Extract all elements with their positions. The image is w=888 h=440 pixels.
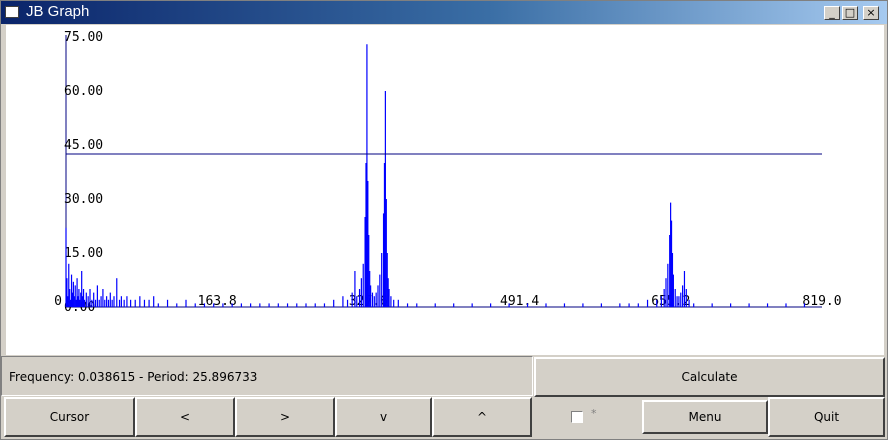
x-tick-label: 163.8 [198, 294, 237, 309]
x-tick-label: 819.0 [802, 294, 841, 309]
down-button-label: v [379, 410, 388, 424]
options-checkbox[interactable] [571, 411, 583, 423]
menu-button[interactable]: Menu [642, 400, 768, 434]
x-tick-label: 491.4 [500, 294, 539, 309]
menu-button-label: Menu [688, 410, 722, 424]
app-icon [5, 6, 19, 18]
calculate-button-label: Calculate [681, 370, 738, 384]
status-text: Frequency: 0.038615 - Period: 25.896733 [9, 370, 258, 384]
options-checkbox-label: * [591, 407, 597, 420]
title-bar[interactable]: JB Graph _ □ × [1, 1, 887, 24]
y-tick-label: 45.00 [64, 138, 103, 153]
up-button-label: ^ [476, 410, 488, 424]
minimize-button[interactable]: _ [824, 6, 840, 20]
frequency-chart[interactable]: 0.0015.0030.0045.0060.0075.000163.8327.6… [6, 25, 884, 355]
y-tick-label: 75.00 [64, 30, 103, 45]
x-tick-label: 0 [54, 294, 62, 309]
y-tick-label: 30.00 [64, 192, 103, 207]
y-tick-label: 15.00 [64, 246, 103, 261]
graph-area[interactable]: 0.0015.0030.0045.0060.0075.000163.8327.6… [6, 25, 884, 355]
graph-window: JB Graph _ □ × 0.00 15.00 30.00 45.00 60.00 7… [0, 0, 888, 440]
up-button[interactable]: ^ [432, 397, 532, 437]
window-title: JB Graph [26, 3, 90, 20]
close-button[interactable]: × [863, 6, 879, 20]
y-tick-label: 60.00 [64, 84, 103, 99]
calculate-button[interactable]: Calculate [534, 357, 885, 397]
cursor-button[interactable]: Cursor [4, 397, 135, 437]
left-button[interactable]: < [135, 397, 235, 437]
cursor-button-label: Cursor [49, 410, 90, 424]
quit-button-label: Quit [813, 410, 840, 424]
down-button[interactable]: v [335, 397, 432, 437]
left-button-label: < [179, 410, 191, 424]
status-bar: Frequency: 0.038615 - Period: 25.896733 [1, 356, 533, 396]
maximize-button[interactable]: □ [842, 6, 858, 20]
right-button[interactable]: > [235, 397, 335, 437]
quit-button[interactable]: Quit [768, 397, 885, 437]
right-button-label: > [279, 410, 291, 424]
